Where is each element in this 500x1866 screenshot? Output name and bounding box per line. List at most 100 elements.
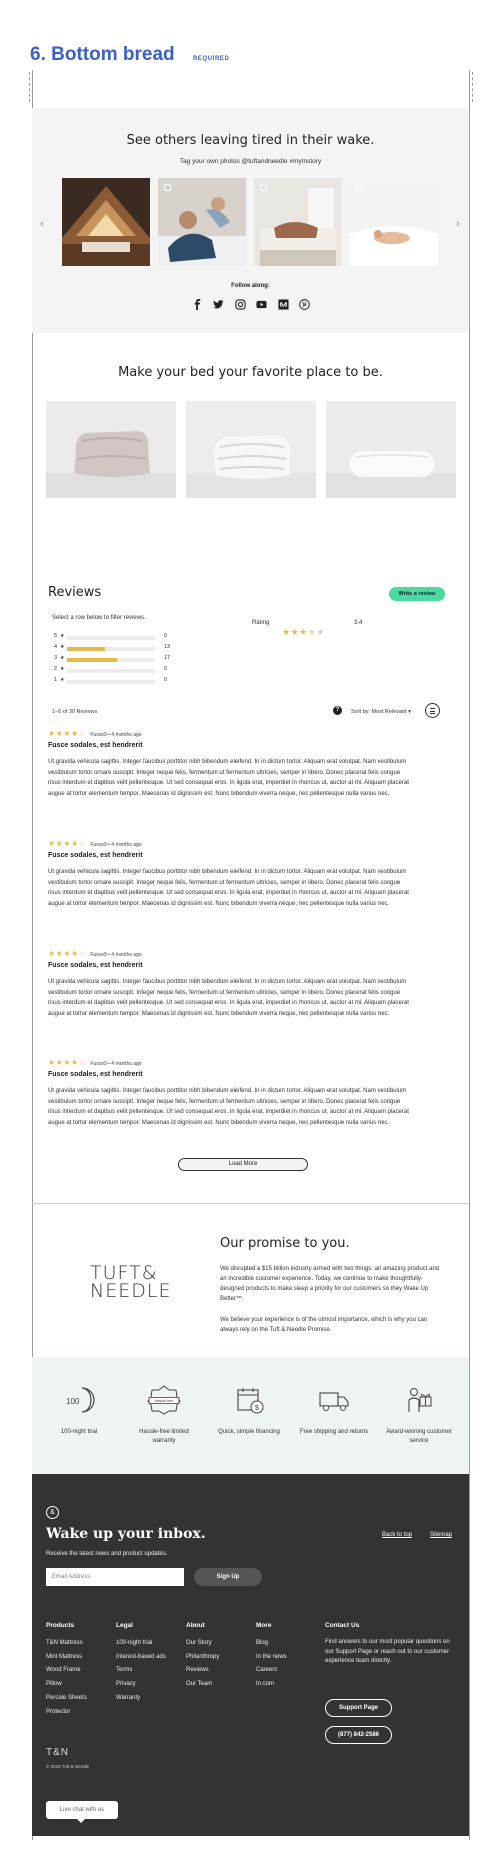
histogram-row-3[interactable]: 3 ★ 17 — [54, 655, 174, 663]
follow-label: Follow along: — [231, 283, 270, 289]
footer-link[interactable]: Our Story — [186, 1637, 219, 1651]
review-stars-icon: ★★★★☆ — [48, 729, 87, 738]
feature-service: Award-winning customer service — [384, 1385, 454, 1446]
review-body: Ut gravida vehicula sagittis. Integer fa… — [48, 759, 409, 797]
product-duvet-image[interactable] — [186, 401, 316, 498]
divider — [32, 1203, 469, 1204]
insta-photo-bed-white[interactable] — [350, 178, 438, 266]
footer-link[interactable]: In the news — [256, 1651, 287, 1665]
insta-photo-family[interactable] — [158, 178, 246, 266]
histogram-row-2[interactable]: 2 ★ 0 — [54, 666, 174, 674]
sort-dropdown[interactable]: Sort by: Most Relevant ▾ — [351, 709, 411, 715]
product-pillow-image[interactable] — [326, 401, 456, 498]
review-stars-icon: ★★★★☆ — [48, 1058, 87, 1067]
frame-right-dash — [472, 72, 473, 102]
email-field[interactable]: Email Address — [46, 1568, 184, 1586]
instagram-section: See others leaving tired in their wake. … — [32, 108, 469, 333]
carousel-next-icon[interactable]: › — [456, 218, 460, 230]
load-more-button[interactable]: Load More — [178, 1158, 308, 1171]
star-icon: ★ — [60, 655, 65, 661]
review-item: ★★★★☆ Fusce9 • 4 months ago Fusce sodales… — [48, 949, 413, 1019]
person-gift-icon — [408, 1388, 432, 1412]
product-comforter-image[interactable] — [46, 401, 176, 498]
phone-button[interactable]: (877) 842-2586 — [325, 1726, 392, 1744]
insta-photo-bedroom[interactable] — [254, 178, 342, 266]
footer-column-more: More Blog In the news Careers tn.com — [256, 1622, 287, 1692]
svg-text:100: 100 — [66, 1397, 80, 1406]
footer-link[interactable]: Privacy — [116, 1678, 166, 1692]
review-body: Ut gravida vehicula sagittis. Integer fa… — [48, 1088, 409, 1126]
footer-link[interactable]: Interest-based ads — [116, 1651, 166, 1665]
review-body: Ut gravida vehicula sagittis. Integer fa… — [48, 869, 409, 907]
review-count: 1–6 of 30 Reviews — [52, 709, 98, 715]
bed-heading: Make your bed your favorite place to be. — [118, 365, 383, 380]
review-item: ★★★★☆ Fusce9 • 4 months ago Fusce sodales… — [48, 729, 413, 799]
footer-column-contact: Contact Us — [325, 1622, 360, 1629]
star-icon: ★ — [60, 666, 65, 672]
frame-right-border — [469, 70, 470, 1840]
footer-link[interactable]: Philanthropy — [186, 1651, 219, 1665]
footer-link[interactable]: Percale Sheets — [46, 1692, 87, 1706]
instagram-icon[interactable] — [235, 298, 246, 310]
star-icon: ★ — [60, 677, 65, 683]
instagram-heading: See others leaving tired in their wake. — [126, 133, 375, 148]
review-title: Fusce sodales, est hendrerit — [48, 962, 143, 969]
footer-link[interactable]: tn.com — [256, 1678, 287, 1692]
histogram-row-5[interactable]: 5 ★ 0 — [54, 633, 174, 641]
moon-100-icon: 100 — [66, 1387, 95, 1413]
footer-link[interactable]: Pillow — [46, 1678, 87, 1692]
review-stars-icon: ★★★★☆ — [48, 839, 87, 848]
required-badge: REQUIRED — [193, 56, 230, 62]
sitemap-link[interactable]: Sitemap — [430, 1532, 452, 1538]
instagram-tagline: Tag your own photos @tuftandneedle #mytn… — [179, 158, 322, 165]
promise-paragraph: We disrupted a $15 billion industry arme… — [220, 1266, 440, 1302]
footer-link[interactable]: Reviews — [186, 1664, 219, 1678]
live-chat-button[interactable]: Live chat with us — [46, 1801, 118, 1819]
carousel-prev-icon[interactable]: ‹ — [40, 218, 44, 230]
pinterest-icon[interactable] — [299, 298, 310, 310]
medium-icon[interactable] — [278, 298, 289, 310]
sign-up-button[interactable]: Sign Up — [194, 1568, 262, 1586]
footer-link[interactable]: Careers — [256, 1664, 287, 1678]
support-page-button[interactable]: Support Page — [325, 1699, 392, 1717]
twitter-icon[interactable] — [213, 299, 224, 310]
footer-link[interactable]: Terms — [116, 1664, 166, 1678]
insta-photo-attic[interactable] — [62, 178, 150, 266]
newsletter-subtitle: Receive the latest news and product upda… — [46, 1551, 168, 1557]
svg-text:$: $ — [255, 1405, 259, 1412]
histogram-row-4[interactable]: 4 ★ 13 — [54, 644, 174, 652]
instagram-badge-icon — [164, 184, 171, 191]
footer-link[interactable]: 100-night trial — [116, 1637, 166, 1651]
footer-link[interactable]: Wood Frame — [46, 1664, 87, 1678]
chat-bubble-tail — [76, 1818, 86, 1823]
feature-trial: 100 100-night trial — [44, 1385, 114, 1437]
rating-label: Rating — [252, 620, 270, 626]
footer-link[interactable]: Protector — [46, 1706, 87, 1720]
write-review-button[interactable]: Write a review — [389, 587, 445, 601]
filter-icon[interactable] — [425, 703, 440, 718]
truck-icon — [319, 1392, 349, 1411]
back-to-top-link[interactable]: Back to top — [382, 1532, 412, 1538]
feature-warranty: Hassle-free Hassle-free limited warranty — [129, 1385, 199, 1446]
svg-text:Hassle-free: Hassle-free — [155, 1399, 173, 1403]
review-body: Ut gravida vehicula sagittis. Integer fa… — [48, 979, 409, 1017]
facebook-icon[interactable] — [192, 298, 203, 310]
social-links — [192, 298, 310, 310]
features-strip: 100 100-night trial Hassle-free Hassle-f… — [32, 1357, 469, 1474]
review-item: ★★★★☆ Fusce9 • 4 months ago Fusce sodales… — [48, 1058, 413, 1128]
footer-link[interactable]: T&N Mattress — [46, 1637, 87, 1651]
youtube-icon[interactable] — [256, 299, 267, 310]
footer-link[interactable]: Blog — [256, 1637, 287, 1651]
promise-paragraph: We believe your experience is of the utm… — [220, 1317, 428, 1333]
review-stars-icon: ★★★★☆ — [48, 949, 87, 958]
section-title: 6. Bottom bread — [30, 44, 175, 65]
histogram-row-1[interactable]: 1 ★ 0 — [54, 677, 174, 685]
footer-link[interactable]: Our Team — [186, 1678, 219, 1692]
footer-link[interactable]: Warranty — [116, 1692, 166, 1706]
footer-link[interactable]: Mint Mattress — [46, 1651, 87, 1665]
footer-column-legal: Legal 100-night trial Interest-based ads… — [116, 1622, 166, 1706]
rating-stars-icon: ★★★★★ — [282, 627, 325, 637]
help-icon[interactable]: ? — [333, 706, 342, 715]
histogram-bar-fill — [67, 658, 118, 662]
review-title: Fusce sodales, est hendrerit — [48, 742, 143, 749]
